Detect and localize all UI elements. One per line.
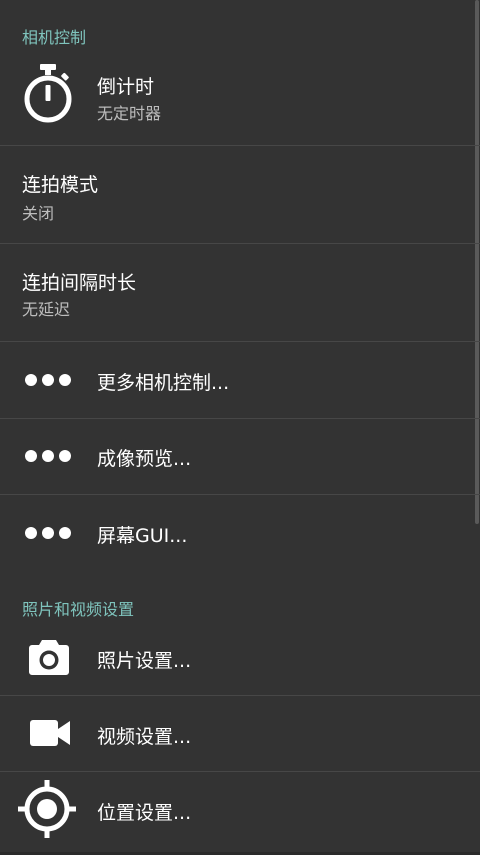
pref-burst-interval-title: 连拍间隔时长 xyxy=(22,272,137,294)
pref-location-settings-title: 位置设置... xyxy=(97,802,192,824)
pref-video-settings[interactable]: 视频设置... xyxy=(0,696,480,771)
pref-burst-interval[interactable]: 连拍间隔时长 无延迟 xyxy=(0,244,480,341)
pref-burst-mode-title: 连拍模式 xyxy=(22,174,99,196)
location-crosshair-icon xyxy=(18,780,76,838)
pref-preview-title: 成像预览... xyxy=(97,448,192,470)
camera-icon xyxy=(29,640,69,675)
pref-on-screen-gui-title: 屏幕GUI... xyxy=(97,525,188,547)
pref-photo-settings-title: 照片设置... xyxy=(97,650,192,672)
settings-screen: 相机控制 倒计时 无定时器 连拍模式 关闭 连拍间隔时长 无延迟 更多相机控制.… xyxy=(0,0,480,855)
pref-location-settings[interactable]: 位置设置... xyxy=(0,772,480,847)
more-dots-icon xyxy=(25,450,71,462)
pref-preview[interactable]: 成像预览... xyxy=(0,419,480,494)
pref-more-camera-controls[interactable]: 更多相机控制... xyxy=(0,342,480,418)
pref-photo-settings[interactable]: 照片设置... xyxy=(0,620,480,695)
pref-burst-mode-summary: 关闭 xyxy=(22,204,55,223)
pref-burst-mode[interactable]: 连拍模式 关闭 xyxy=(0,146,480,243)
video-camera-icon xyxy=(30,720,70,746)
section-header-photo-video-settings: 照片和视频设置 xyxy=(22,600,135,619)
more-dots-icon xyxy=(25,374,71,386)
more-dots-icon xyxy=(25,527,71,539)
pref-on-screen-gui[interactable]: 屏幕GUI... xyxy=(0,495,480,570)
stopwatch-icon xyxy=(24,64,72,123)
pref-timer-summary: 无定时器 xyxy=(97,104,162,123)
pref-burst-interval-summary: 无延迟 xyxy=(22,300,71,319)
pref-timer-title: 倒计时 xyxy=(97,76,155,98)
section-header-camera-controls: 相机控制 xyxy=(22,28,87,47)
pref-more-camera-controls-title: 更多相机控制... xyxy=(97,372,230,394)
pref-timer[interactable]: 倒计时 无定时器 xyxy=(0,50,480,145)
pref-video-settings-title: 视频设置... xyxy=(97,726,192,748)
